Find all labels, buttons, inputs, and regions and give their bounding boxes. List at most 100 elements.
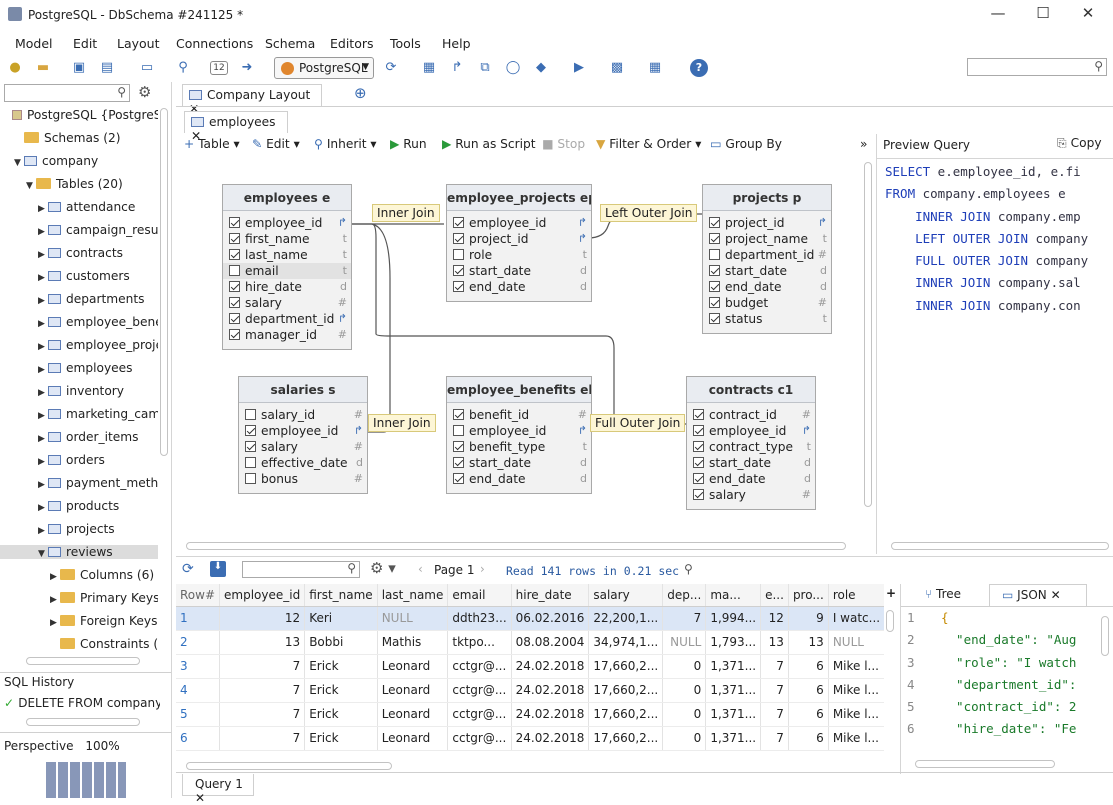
tree-item[interactable]: Constraints (0) [0, 637, 158, 651]
diagram-table[interactable]: employee_projects ep employee_id ↱ project_… [446, 184, 592, 302]
column-checkbox[interactable] [229, 329, 240, 340]
table-cell[interactable]: Leonard [377, 654, 449, 679]
run-menu-icon[interactable]: ▶ [570, 59, 588, 77]
table-cell[interactable]: 13 [219, 630, 306, 655]
prev-page-icon[interactable]: ‹ [418, 562, 423, 576]
diagram-table-title[interactable]: projects p [703, 185, 831, 211]
diagram-table-title[interactable]: salaries s [239, 377, 367, 403]
table-cell[interactable]: 6 [788, 678, 829, 703]
chevron-right-icon[interactable]: ▶ [50, 572, 60, 582]
table-cell[interactable]: Mike l... [828, 726, 884, 751]
diagram-column[interactable]: employee_id ↱ [687, 423, 815, 439]
table-cell[interactable]: cctgr@... [447, 702, 512, 727]
add-tab-icon[interactable]: ⊕ [354, 84, 367, 102]
column-checkbox[interactable] [245, 409, 256, 420]
zoom-icon[interactable]: ⚲ [174, 59, 192, 77]
column-checkbox[interactable] [229, 297, 240, 308]
json-vscrollbar[interactable] [1101, 616, 1109, 656]
column-checkbox[interactable] [693, 441, 704, 452]
table-row[interactable]: 5 7 Erick Leonard cctgr@... 24.02.2018 17,660,… [176, 702, 884, 727]
diagram-table[interactable]: projects p project_id ↱ project_name t depart… [702, 184, 832, 334]
grid-hscrollbar[interactable] [186, 762, 392, 770]
column-header[interactable]: ma... [705, 584, 762, 607]
table-cell[interactable]: Erick [304, 678, 378, 703]
table-cell[interactable]: Leonard [377, 726, 449, 751]
next-page-icon[interactable]: › [480, 562, 485, 576]
diagram-column[interactable]: effective_date d [239, 455, 367, 471]
menu-model[interactable]: Model [15, 36, 53, 51]
tree-item[interactable]: ▶ contracts [0, 246, 158, 260]
table-cell[interactable]: cctgr@... [447, 726, 512, 751]
tree-item[interactable]: ▶ departments [0, 292, 158, 306]
db-icon[interactable]: ● [6, 59, 24, 77]
column-checkbox[interactable] [693, 409, 704, 420]
table-cell[interactable]: cctgr@... [447, 678, 512, 703]
diagram-column[interactable]: role t [447, 247, 591, 263]
table-cell[interactable]: Erick [304, 726, 378, 751]
diagram-table[interactable]: salaries s salary_id # employee_id ↱ salary # e… [238, 376, 368, 494]
table-cell[interactable]: Leonard [377, 678, 449, 703]
query-diagram[interactable]: employees e employee_id ↱ first_name t last_n… [176, 158, 862, 540]
diagram-table-title[interactable]: employee_projects ep [447, 185, 591, 211]
history-hscrollbar[interactable] [26, 718, 140, 726]
diagram-column[interactable]: last_name t [223, 247, 351, 263]
table-icon[interactable]: ▦ [420, 59, 438, 77]
column-checkbox[interactable] [453, 217, 464, 228]
sql-history-item[interactable]: ✓ DELETE FROM company.sa [4, 696, 160, 710]
table-cell[interactable]: 1,371... [705, 702, 762, 727]
tree-item[interactable]: ▶ attendance [0, 200, 158, 214]
diagram-table[interactable]: employee_benefits eb benefit_id # employee_… [446, 376, 592, 494]
column-checkbox[interactable] [693, 489, 704, 500]
table-cell[interactable]: tktpo... [447, 630, 512, 655]
tree-scrollbar[interactable] [160, 108, 168, 456]
table-cell[interactable]: 12 [219, 606, 306, 631]
table-cell[interactable]: 17,660,2... [588, 726, 664, 751]
table-cell[interactable]: 06.02.2016 [511, 606, 590, 631]
table-cell[interactable]: Mike l... [828, 654, 884, 679]
tree-item[interactable]: ▶ Primary Keys & [0, 591, 158, 605]
tree-item[interactable]: ▼ company [0, 154, 158, 168]
tree-item[interactable]: ▶ marketing_campa [0, 407, 158, 421]
column-checkbox[interactable] [453, 249, 464, 260]
tree-item[interactable]: ▶ campaign_results [0, 223, 158, 237]
table-cell[interactable]: 3 [176, 654, 221, 679]
maximize-icon[interactable]: ☐ [1023, 4, 1063, 26]
diagram-column[interactable]: employee_id ↱ [239, 423, 367, 439]
diagram-table-title[interactable]: employees e [223, 185, 351, 211]
table-cell[interactable]: 1,371... [705, 654, 762, 679]
diagram-column[interactable]: start_date d [447, 455, 591, 471]
table-cell[interactable]: 08.08.2004 [511, 630, 590, 655]
table-cell[interactable]: 9 [788, 606, 829, 631]
diagram-column[interactable]: contract_type t [687, 439, 815, 455]
column-checkbox[interactable] [453, 441, 464, 452]
data-icon[interactable]: ▩ [608, 59, 626, 77]
chevron-right-icon[interactable]: ▶ [38, 411, 48, 421]
menu-help[interactable]: Help [442, 36, 471, 51]
column-checkbox[interactable] [229, 265, 240, 276]
chevron-right-icon[interactable]: ▶ [38, 227, 48, 237]
table-cell[interactable]: 7 [662, 606, 707, 631]
table-cell[interactable]: 22,200,1... [588, 606, 664, 631]
table-cell[interactable]: Erick [304, 654, 378, 679]
refresh-icon[interactable]: ⟳ [182, 561, 194, 577]
diagram-column[interactable]: salary # [687, 487, 815, 503]
download-icon[interactable]: ⬇ [210, 561, 226, 577]
shape-icon[interactable]: ◆ [532, 59, 550, 77]
diagram-table-title[interactable]: contracts c1 [687, 377, 815, 403]
tree-item[interactable]: PostgreSQL {PostgreSQL} [0, 108, 158, 122]
diagram-column[interactable]: employee_id ↱ [223, 215, 351, 231]
join-label[interactable]: Inner Join [368, 414, 436, 432]
gear-icon[interactable]: ⚙ [138, 83, 151, 101]
table-cell[interactable]: 1 [176, 606, 221, 631]
group-icon[interactable]: ⧉ [476, 59, 494, 77]
column-header[interactable]: first_name [304, 584, 378, 607]
diagram-column[interactable]: contract_id # [687, 407, 815, 423]
save-icon[interactable]: ▣ [70, 59, 88, 77]
canvas-hscrollbar[interactable] [186, 542, 846, 550]
stop-button[interactable]: ■ Stop [542, 137, 585, 151]
table-cell[interactable]: 4 [176, 678, 221, 703]
help-icon[interactable]: ? [690, 59, 708, 77]
chevron-right-icon[interactable]: ▶ [38, 434, 48, 444]
table-row[interactable]: 6 7 Erick Leonard cctgr@... 24.02.2018 17,660,… [176, 726, 884, 751]
table-cell[interactable]: 1,371... [705, 678, 762, 703]
